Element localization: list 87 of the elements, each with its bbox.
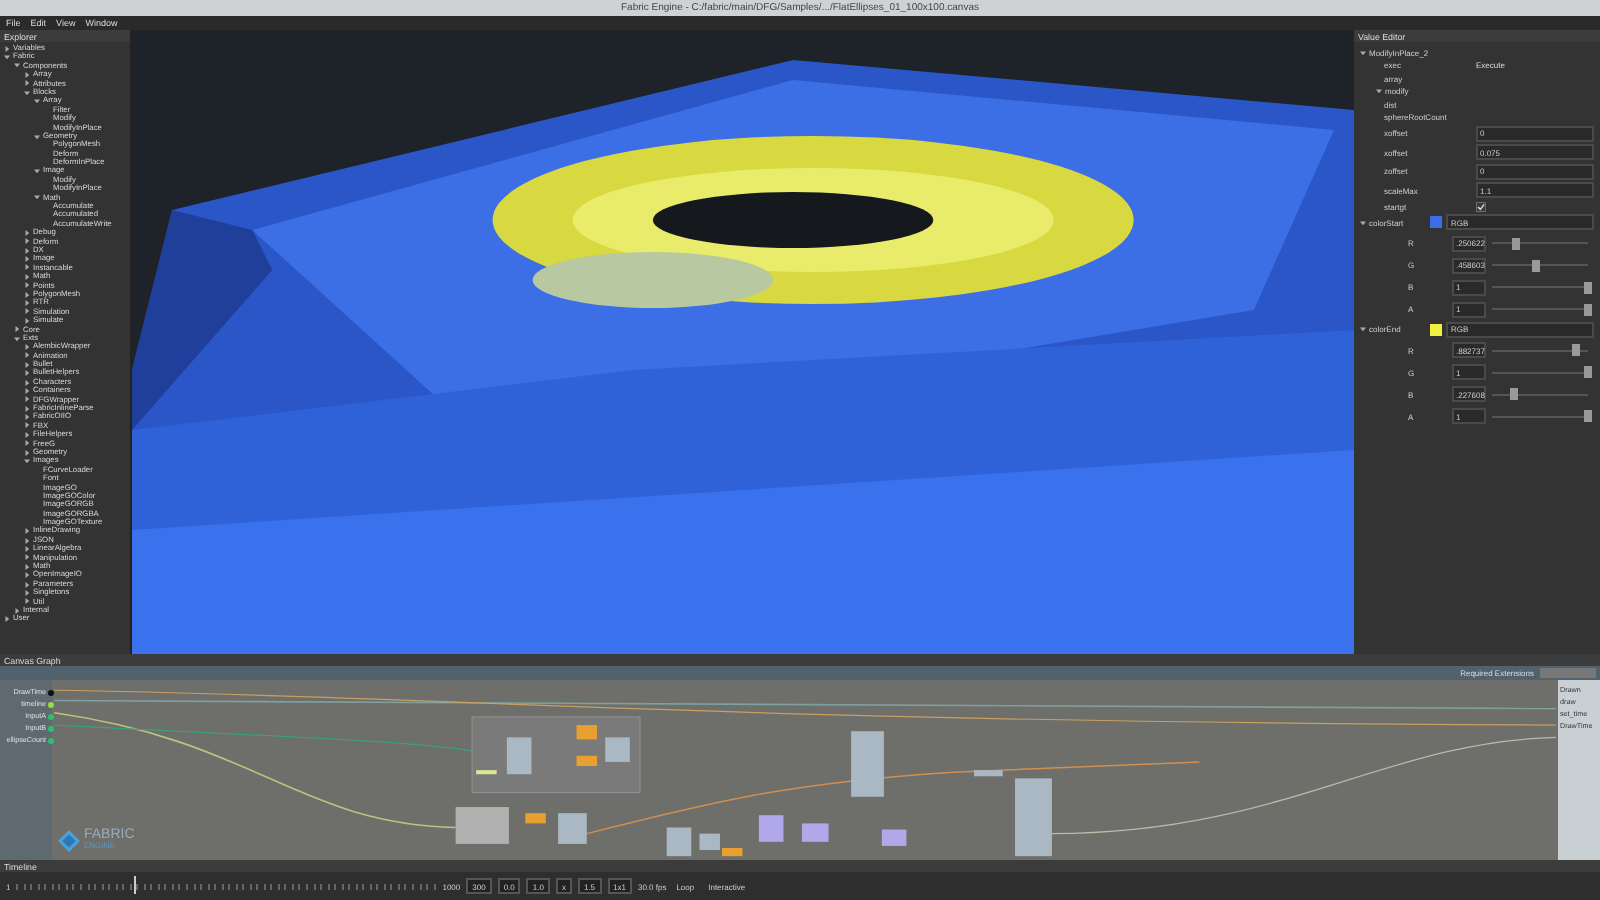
expand-arrow-icon[interactable] <box>1360 326 1366 333</box>
expand-arrow-icon[interactable] <box>14 607 20 614</box>
expand-arrow-icon[interactable] <box>24 300 30 307</box>
expand-arrow-icon[interactable] <box>24 80 30 87</box>
graph-node[interactable] <box>851 730 884 797</box>
expand-arrow-icon[interactable] <box>24 589 30 596</box>
graph-node[interactable] <box>455 806 509 844</box>
expand-arrow-icon[interactable] <box>24 247 30 254</box>
expand-arrow-icon[interactable] <box>14 62 20 69</box>
expand-arrow-icon[interactable] <box>24 317 30 324</box>
slider-thumb[interactable] <box>1584 410 1592 422</box>
expand-arrow-icon[interactable] <box>24 598 30 605</box>
slider-thumb[interactable] <box>1584 281 1592 293</box>
color-swatch[interactable] <box>1429 216 1441 229</box>
expand-arrow-icon[interactable] <box>24 405 30 412</box>
graph-node[interactable] <box>576 755 598 766</box>
expand-arrow-icon[interactable] <box>1360 49 1366 56</box>
expand-arrow-icon[interactable] <box>4 45 10 52</box>
expand-arrow-icon[interactable] <box>24 528 30 535</box>
expand-arrow-icon[interactable] <box>24 431 30 438</box>
expand-arrow-icon[interactable] <box>14 326 20 333</box>
extensions-field[interactable] <box>1540 667 1596 678</box>
expand-arrow-icon[interactable] <box>24 396 30 403</box>
expand-arrow-icon[interactable] <box>34 194 40 201</box>
expand-arrow-icon[interactable] <box>24 352 30 359</box>
expand-arrow-icon[interactable] <box>24 563 30 570</box>
expand-arrow-icon[interactable] <box>24 273 30 280</box>
slider-thumb[interactable] <box>1532 259 1541 271</box>
expand-arrow-icon[interactable] <box>24 264 30 271</box>
graph-node[interactable] <box>605 737 630 762</box>
expand-arrow-icon[interactable] <box>1376 88 1382 95</box>
expand-arrow-icon[interactable] <box>24 282 30 289</box>
expand-arrow-icon[interactable] <box>24 414 30 421</box>
port-dot[interactable] <box>48 713 54 720</box>
graph-node[interactable] <box>476 769 497 774</box>
slider-thumb[interactable] <box>1512 237 1520 249</box>
graph-node[interactable] <box>699 833 720 850</box>
graph-node[interactable] <box>558 812 587 844</box>
expand-arrow-icon[interactable] <box>24 537 30 544</box>
expand-arrow-icon[interactable] <box>24 256 30 263</box>
graph-node[interactable] <box>506 737 532 774</box>
expand-arrow-icon[interactable] <box>24 449 30 456</box>
expand-arrow-icon[interactable] <box>24 229 30 236</box>
expand-arrow-icon[interactable] <box>34 168 40 175</box>
checkbox[interactable] <box>1476 201 1486 212</box>
expand-arrow-icon[interactable] <box>24 370 30 377</box>
expand-arrow-icon[interactable] <box>24 572 30 579</box>
expand-arrow-icon[interactable] <box>24 581 30 588</box>
expand-arrow-icon[interactable] <box>24 89 30 96</box>
time-cursor[interactable] <box>134 876 137 894</box>
graph-node[interactable] <box>974 769 1003 776</box>
expand-arrow-icon[interactable] <box>14 335 20 342</box>
expand-arrow-icon[interactable] <box>24 554 30 561</box>
slider-thumb[interactable] <box>1510 388 1519 400</box>
color-swatch[interactable] <box>1429 323 1441 336</box>
graph-node[interactable] <box>881 829 907 846</box>
expand-arrow-icon[interactable] <box>24 361 30 368</box>
expand-arrow-icon[interactable] <box>34 98 40 105</box>
expand-arrow-icon[interactable] <box>24 545 30 552</box>
expand-arrow-icon[interactable] <box>24 71 30 78</box>
expand-arrow-icon[interactable] <box>24 422 30 429</box>
port-dot[interactable] <box>48 737 54 744</box>
slider-thumb[interactable] <box>1584 303 1592 315</box>
expand-arrow-icon[interactable] <box>24 440 30 447</box>
port-dot[interactable] <box>48 689 54 696</box>
expand-arrow-icon[interactable] <box>4 54 10 61</box>
expand-arrow-icon[interactable] <box>24 308 30 315</box>
expand-arrow-icon[interactable] <box>1360 219 1366 226</box>
port-dot[interactable] <box>48 701 54 708</box>
port-dot[interactable] <box>48 725 54 732</box>
expand-arrow-icon[interactable] <box>24 387 30 394</box>
expand-arrow-icon[interactable] <box>24 343 30 350</box>
graph-node[interactable] <box>801 823 829 842</box>
expand-arrow-icon[interactable] <box>34 133 40 140</box>
expand-arrow-icon[interactable] <box>24 458 30 465</box>
expand-arrow-icon[interactable] <box>24 291 30 298</box>
slider-thumb[interactable] <box>1584 366 1592 378</box>
logo-icon <box>58 826 80 848</box>
graph-node[interactable] <box>722 847 743 856</box>
expand-arrow-icon[interactable] <box>4 616 10 623</box>
graph-node[interactable] <box>1015 778 1052 856</box>
slider-thumb[interactable] <box>1572 344 1581 356</box>
graph-node[interactable] <box>666 827 692 856</box>
expand-arrow-icon[interactable] <box>24 238 30 245</box>
graph-node[interactable] <box>525 812 546 824</box>
graph-node[interactable] <box>758 814 784 842</box>
expand-arrow-icon[interactable] <box>24 379 30 386</box>
